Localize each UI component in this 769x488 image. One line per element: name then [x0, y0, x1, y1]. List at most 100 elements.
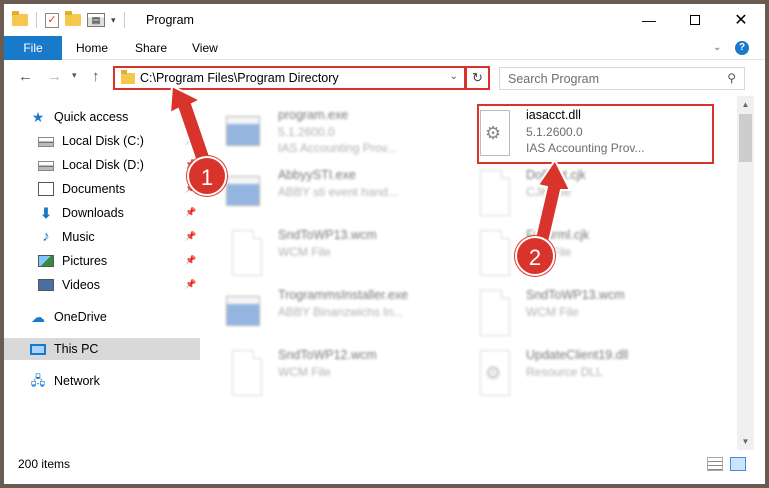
file-name: SndToWP13.wcm	[526, 288, 625, 302]
view-properties-icon[interactable]: ▤	[87, 13, 105, 27]
file-type: CJK File	[526, 185, 572, 199]
navigation-pane: ★ Quick access Local Disk (C:) 📌 Local D…	[4, 102, 200, 450]
music-icon: ♪	[42, 228, 50, 245]
pin-icon[interactable]: 📌	[185, 231, 196, 242]
callout-badge-one: 1	[187, 156, 227, 196]
pin-icon[interactable]: 📌	[185, 279, 196, 290]
sidebar-item-pictures[interactable]: Pictures 📌	[4, 250, 200, 272]
scroll-down-icon[interactable]: ▼	[737, 433, 754, 450]
list-item[interactable]: DoFont.cjk CJK File	[464, 164, 704, 220]
pin-icon[interactable]: 📌	[185, 135, 196, 146]
scroll-thumb[interactable]	[739, 114, 752, 162]
sidebar-item-videos[interactable]: Videos 📌	[4, 274, 200, 296]
tab-view[interactable]: View	[192, 36, 218, 60]
star-icon: ★	[31, 109, 45, 125]
sidebar-item-label: OneDrive	[54, 310, 107, 324]
onedrive-icon: ☁	[31, 309, 45, 325]
pin-icon[interactable]: 📌	[185, 255, 196, 266]
refresh-button[interactable]: ↻	[466, 66, 490, 90]
network-icon: 🖧	[30, 373, 46, 388]
sidebar-item-label: Downloads	[62, 206, 124, 220]
back-button[interactable]: ←	[18, 68, 33, 85]
explorer-window: ✓ ▤ ▾ Program — ✕ File Home Share View ⌄…	[4, 4, 765, 484]
pictures-icon	[38, 255, 54, 267]
title-bar: ✓ ▤ ▾ Program — ✕	[4, 4, 765, 36]
list-item[interactable]: SndToWP13.wcm WCM File	[216, 224, 456, 280]
details-view-icon[interactable]	[707, 457, 723, 471]
search-icon[interactable]: ⚲	[727, 71, 736, 85]
address-dropdown-chevron-icon[interactable]: ⌄	[450, 71, 458, 82]
recent-locations-chevron-icon[interactable]: ▾	[72, 70, 77, 81]
address-bar[interactable]: C:\Program Files\Program Directory ⌄	[113, 66, 466, 90]
list-item[interactable]: TrogrammsInstaller.exe ABBY Binanzwichs …	[216, 284, 456, 340]
disk-icon	[38, 161, 54, 171]
forward-button[interactable]: →	[47, 68, 62, 85]
list-item[interactable]: FntNrml.cjk CJK File	[464, 224, 704, 280]
toolbar-divider	[36, 12, 37, 28]
file-type: WCM File	[526, 305, 579, 319]
sidebar-item-label: Quick access	[54, 110, 129, 124]
search-input[interactable]: Search Program ⚲	[499, 67, 745, 90]
list-item[interactable]: ⚙ UpdateClient19.dll Resource DLL	[464, 344, 704, 400]
tab-home[interactable]: Home	[76, 36, 108, 60]
sidebar-item-label: Videos	[62, 278, 100, 292]
sidebar-item-label: Local Disk (D:)	[62, 158, 144, 172]
sidebar-item-quick-access[interactable]: ★ Quick access	[4, 106, 200, 128]
callout-badge-two: 2	[515, 236, 555, 276]
window-title: Program	[146, 13, 194, 27]
folder-icon	[12, 11, 28, 26]
up-button[interactable]: ↑	[92, 68, 100, 85]
vertical-scrollbar[interactable]: ▲ ▼	[737, 96, 754, 450]
list-item[interactable]: AbbyySTI.exe ABBY sti event hand...	[216, 164, 456, 220]
this-pc-icon	[30, 343, 46, 355]
videos-icon	[38, 279, 54, 291]
new-folder-icon[interactable]	[65, 11, 81, 26]
status-bar: 200 items	[4, 450, 765, 480]
sidebar-item-this-pc[interactable]: This PC	[4, 338, 200, 360]
scroll-up-icon[interactable]: ▲	[737, 96, 754, 113]
sidebar-item-documents[interactable]: Documents 📌	[4, 178, 200, 200]
exe-icon	[226, 176, 260, 206]
sidebar-item-label: Documents	[62, 182, 126, 196]
customize-toolbar-chevron-icon[interactable]: ▾	[111, 15, 116, 26]
pin-icon[interactable]: 📌	[185, 207, 196, 218]
exe-icon	[226, 116, 260, 146]
file-name: program.exe	[278, 108, 349, 122]
list-item[interactable]: program.exe 5.1.2600.0 IAS Accounting Pr…	[216, 104, 456, 160]
help-icon[interactable]: ?	[735, 41, 749, 55]
expand-ribbon-chevron-icon[interactable]: ⌄	[713, 42, 721, 53]
gear-icon: ⚙	[485, 363, 502, 383]
exe-icon	[226, 296, 260, 326]
address-path[interactable]: C:\Program Files\Program Directory	[140, 71, 339, 85]
file-name: SndToWP12.wcm	[278, 348, 377, 362]
sidebar-item-network[interactable]: 🖧 Network	[4, 370, 200, 392]
file-type: WCM File	[278, 365, 331, 379]
file-description: ABBY sti event hand...	[278, 185, 398, 199]
properties-check-icon[interactable]: ✓	[45, 12, 59, 28]
list-item[interactable]: SndToWP13.wcm WCM File	[464, 284, 704, 340]
minimize-button[interactable]: —	[626, 4, 672, 36]
file-name: DoFont.cjk	[526, 168, 586, 182]
tab-share[interactable]: Share	[135, 36, 167, 60]
sidebar-item-music[interactable]: ♪ Music 📌	[4, 226, 200, 248]
sidebar-item-onedrive[interactable]: ☁ OneDrive	[4, 306, 200, 328]
sidebar-item-label: Network	[54, 374, 100, 388]
file-name: UpdateClient19.dll	[526, 348, 629, 362]
sidebar-item-label: Music	[62, 230, 95, 244]
toolbar-divider	[123, 12, 125, 28]
item-count: 200 items	[18, 457, 71, 471]
close-button[interactable]: ✕	[718, 4, 764, 36]
maximize-button[interactable]	[672, 4, 718, 36]
downloads-icon: ⬇	[40, 205, 52, 221]
list-item[interactable]: SndToWP12.wcm WCM File	[216, 344, 456, 400]
sidebar-item-downloads[interactable]: ⬇ Downloads 📌	[4, 202, 200, 224]
sidebar-item-label: This PC	[54, 342, 99, 356]
sidebar-item-local-disk-c[interactable]: Local Disk (C:) 📌	[4, 130, 200, 152]
tiles-view-icon[interactable]	[730, 457, 746, 471]
sidebar-item-local-disk-d[interactable]: Local Disk (D:) 📌	[4, 154, 200, 176]
tab-file[interactable]: File	[4, 36, 62, 60]
navigation-bar: ← → ▾ ↑ C:\Program Files\Program Directo…	[4, 60, 765, 94]
file-name: SndToWP13.wcm	[278, 228, 377, 242]
file-description: ABBY Binanzwichs In...	[278, 305, 404, 319]
file-description: IAS Accounting Prov...	[278, 141, 397, 155]
